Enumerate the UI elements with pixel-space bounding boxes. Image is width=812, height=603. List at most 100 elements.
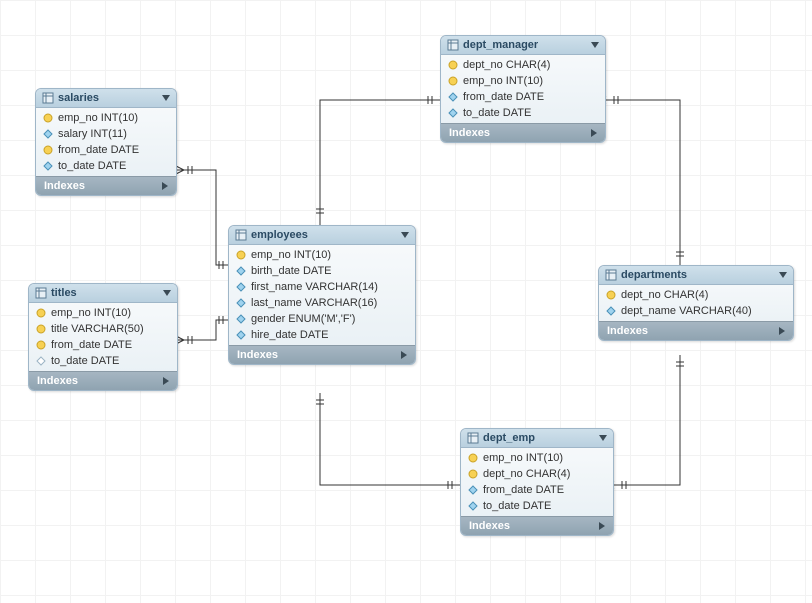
entity-title: departments [617,269,779,281]
column-row[interactable]: to_date DATE [441,105,605,121]
table-icon [605,269,617,281]
entity-departments[interactable]: departments dept_no CHAR(4) dept_name VA… [598,265,794,341]
column-row[interactable]: gender ENUM('M','F') [229,311,415,327]
pk-icon [467,468,479,480]
column-list: dept_no CHAR(4) emp_no INT(10) from_date… [441,55,605,123]
entity-title: employees [247,229,401,241]
collapse-icon[interactable] [591,42,599,48]
indexes-label: Indexes [44,180,85,192]
indexes-label: Indexes [237,349,278,361]
indexes-section[interactable]: Indexes [461,516,613,535]
entity-title: dept_emp [479,432,599,444]
expand-icon [162,182,168,190]
column-label: emp_no INT(10) [51,307,131,319]
attr-icon [467,500,479,512]
entity-title: salaries [54,92,162,104]
pk-icon [467,452,479,464]
entity-header-dept-manager[interactable]: dept_manager [441,36,605,55]
entity-header-employees[interactable]: employees [229,226,415,245]
column-row[interactable]: to_date DATE [36,158,176,174]
table-icon [447,39,459,51]
column-row[interactable]: first_name VARCHAR(14) [229,279,415,295]
expand-icon [591,129,597,137]
expand-icon [779,327,785,335]
pk-icon [42,144,54,156]
column-label: from_date DATE [463,91,544,103]
column-list: emp_no INT(10) salary INT(11) from_date … [36,108,176,176]
pk-icon [447,59,459,71]
entity-dept-manager[interactable]: dept_manager dept_no CHAR(4) emp_no INT(… [440,35,606,143]
entity-header-salaries[interactable]: salaries [36,89,176,108]
column-row[interactable]: emp_no INT(10) [441,73,605,89]
indexes-section[interactable]: Indexes [29,371,177,390]
column-row[interactable]: emp_no INT(10) [461,450,613,466]
column-label: from_date DATE [483,484,564,496]
column-label: to_date DATE [483,500,551,512]
expand-icon [401,351,407,359]
entity-header-departments[interactable]: departments [599,266,793,285]
attr-icon [42,128,54,140]
indexes-label: Indexes [449,127,490,139]
indexes-section[interactable]: Indexes [36,176,176,195]
entity-dept-emp[interactable]: dept_emp emp_no INT(10) dept_no CHAR(4) … [460,428,614,536]
collapse-icon[interactable] [779,272,787,278]
entity-salaries[interactable]: salaries emp_no INT(10) salary INT(11) f… [35,88,177,196]
column-row[interactable]: dept_no CHAR(4) [441,57,605,73]
pk-icon [42,112,54,124]
column-row[interactable]: emp_no INT(10) [36,110,176,126]
column-row[interactable]: hire_date DATE [229,327,415,343]
column-row[interactable]: dept_no CHAR(4) [599,287,793,303]
attr-icon [605,305,617,317]
indexes-section[interactable]: Indexes [441,123,605,142]
column-label: dept_no CHAR(4) [463,59,550,71]
attr-icon [467,484,479,496]
column-row[interactable]: birth_date DATE [229,263,415,279]
column-row[interactable]: from_date DATE [441,89,605,105]
collapse-icon[interactable] [401,232,409,238]
indexes-section[interactable]: Indexes [229,345,415,364]
indexes-label: Indexes [607,325,648,337]
column-list: emp_no INT(10) title VARCHAR(50) from_da… [29,303,177,371]
column-row[interactable]: emp_no INT(10) [229,247,415,263]
entity-header-titles[interactable]: titles [29,284,177,303]
expand-icon [163,377,169,385]
column-row[interactable]: from_date DATE [29,337,177,353]
column-label: to_date DATE [58,160,126,172]
column-label: first_name VARCHAR(14) [251,281,378,293]
collapse-icon[interactable] [162,95,170,101]
pk-icon [235,249,247,261]
column-label: dept_no CHAR(4) [483,468,570,480]
expand-icon [599,522,605,530]
indexes-label: Indexes [469,520,510,532]
entity-header-dept-emp[interactable]: dept_emp [461,429,613,448]
column-row[interactable]: from_date DATE [36,142,176,158]
collapse-icon[interactable] [599,435,607,441]
attr-icon [447,91,459,103]
column-row[interactable]: from_date DATE [461,482,613,498]
attr-icon [235,297,247,309]
column-row[interactable]: to_date DATE [29,353,177,369]
indexes-section[interactable]: Indexes [599,321,793,340]
column-row[interactable]: salary INT(11) [36,126,176,142]
column-row[interactable]: title VARCHAR(50) [29,321,177,337]
column-row[interactable]: dept_no CHAR(4) [461,466,613,482]
entity-title: dept_manager [459,39,591,51]
column-list: dept_no CHAR(4) dept_name VARCHAR(40) [599,285,793,321]
attr-icon [235,265,247,277]
entity-title: titles [47,287,163,299]
column-list: emp_no INT(10) dept_no CHAR(4) from_date… [461,448,613,516]
column-label: from_date DATE [58,144,139,156]
table-icon [235,229,247,241]
collapse-icon[interactable] [163,290,171,296]
column-row[interactable]: dept_name VARCHAR(40) [599,303,793,319]
column-row[interactable]: to_date DATE [461,498,613,514]
column-row[interactable]: last_name VARCHAR(16) [229,295,415,311]
entity-employees[interactable]: employees emp_no INT(10) birth_date DATE… [228,225,416,365]
column-label: hire_date DATE [251,329,328,341]
attr-icon [235,281,247,293]
column-label: last_name VARCHAR(16) [251,297,377,309]
column-label: birth_date DATE [251,265,332,277]
entity-titles[interactable]: titles emp_no INT(10) title VARCHAR(50) … [28,283,178,391]
column-row[interactable]: emp_no INT(10) [29,305,177,321]
pk-icon [35,307,47,319]
